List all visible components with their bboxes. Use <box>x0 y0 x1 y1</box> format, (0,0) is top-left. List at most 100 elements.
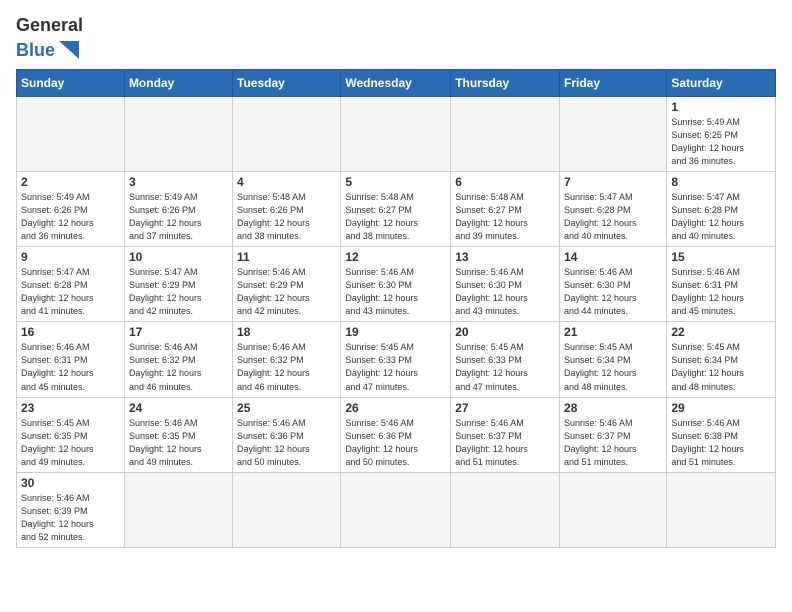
day-number: 28 <box>564 401 662 415</box>
day-info: Sunrise: 5:47 AM Sunset: 6:28 PM Dayligh… <box>564 191 662 243</box>
calendar-cell: 26Sunrise: 5:46 AM Sunset: 6:36 PM Dayli… <box>341 397 451 472</box>
day-number: 27 <box>455 401 555 415</box>
calendar-cell: 6 Sunrise: 5:48 AM Sunset: 6:27 PM Daylig… <box>451 171 560 246</box>
day-info: Sunrise: 5:45 AM Sunset: 6:33 PM Dayligh… <box>455 341 555 393</box>
calendar-cell: 8 Sunrise: 5:47 AM Sunset: 6:28 PM Daylig… <box>667 171 776 246</box>
calendar-cell <box>560 96 667 171</box>
page-header: GeneralBlue <box>16 16 776 61</box>
day-number: 14 <box>564 250 662 264</box>
day-info: Sunrise: 5:46 AM Sunset: 6:39 PM Dayligh… <box>21 492 120 544</box>
calendar-cell: 21 Sunrise: 5:45 AM Sunset: 6:34 PM Dayli… <box>560 322 667 397</box>
day-number: 3 <box>129 175 228 189</box>
calendar-week-row: 9 Sunrise: 5:47 AM Sunset: 6:28 PM Daylig… <box>17 247 776 322</box>
day-number: 17 <box>129 325 228 339</box>
day-number: 8 <box>671 175 771 189</box>
weekday-header-thursday: Thursday <box>451 69 560 96</box>
day-number: 19 <box>345 325 446 339</box>
calendar-cell <box>667 472 776 547</box>
day-number: 24 <box>129 401 228 415</box>
calendar-cell: 10 Sunrise: 5:47 AM Sunset: 6:29 PM Dayli… <box>124 247 232 322</box>
calendar-cell: 24 Sunrise: 5:46 AM Sunset: 6:35 PM Dayli… <box>124 397 232 472</box>
calendar-cell <box>560 472 667 547</box>
day-number: 30 <box>21 476 120 490</box>
day-info: Sunrise: 5:46 AM Sunset: 6:36 PM Dayligh… <box>237 417 336 469</box>
day-number: 22 <box>671 325 771 339</box>
day-info: Sunrise: 5:45 AM Sunset: 6:33 PM Dayligh… <box>345 341 446 393</box>
calendar-week-row: 2Sunrise: 5:49 AM Sunset: 6:26 PM Daylig… <box>17 171 776 246</box>
day-number: 16 <box>21 325 120 339</box>
day-info: Sunrise: 5:46 AM Sunset: 6:32 PM Dayligh… <box>129 341 228 393</box>
calendar-week-row: 16 Sunrise: 5:46 AM Sunset: 6:31 PM Dayli… <box>17 322 776 397</box>
calendar-week-row: 23Sunrise: 5:45 AM Sunset: 6:35 PM Dayli… <box>17 397 776 472</box>
day-number: 25 <box>237 401 336 415</box>
day-info: Sunrise: 5:48 AM Sunset: 6:27 PM Dayligh… <box>345 191 446 243</box>
day-info: Sunrise: 5:46 AM Sunset: 6:37 PM Dayligh… <box>564 417 662 469</box>
calendar-cell: 15 Sunrise: 5:46 AM Sunset: 6:31 PM Dayli… <box>667 247 776 322</box>
calendar-cell: 4Sunrise: 5:48 AM Sunset: 6:26 PM Daylig… <box>233 171 341 246</box>
calendar-cell: 25 Sunrise: 5:46 AM Sunset: 6:36 PM Dayli… <box>233 397 341 472</box>
day-number: 26 <box>345 401 446 415</box>
day-number: 13 <box>455 250 555 264</box>
weekday-header-sunday: Sunday <box>17 69 125 96</box>
day-info: Sunrise: 5:46 AM Sunset: 6:35 PM Dayligh… <box>129 417 228 469</box>
day-info: Sunrise: 5:49 AM Sunset: 6:25 PM Dayligh… <box>671 116 771 168</box>
calendar-cell: 19 Sunrise: 5:45 AM Sunset: 6:33 PM Dayli… <box>341 322 451 397</box>
day-number: 23 <box>21 401 120 415</box>
day-info: Sunrise: 5:48 AM Sunset: 6:27 PM Dayligh… <box>455 191 555 243</box>
calendar-cell: 22 Sunrise: 5:45 AM Sunset: 6:34 PM Dayli… <box>667 322 776 397</box>
logo: GeneralBlue <box>16 16 83 61</box>
day-info: Sunrise: 5:47 AM Sunset: 6:28 PM Dayligh… <box>671 191 771 243</box>
day-number: 1 <box>671 100 771 114</box>
calendar-cell: 11Sunrise: 5:46 AM Sunset: 6:29 PM Dayli… <box>233 247 341 322</box>
weekday-header-wednesday: Wednesday <box>341 69 451 96</box>
day-number: 29 <box>671 401 771 415</box>
calendar-cell: 9 Sunrise: 5:47 AM Sunset: 6:28 PM Daylig… <box>17 247 125 322</box>
calendar-cell <box>233 96 341 171</box>
calendar-cell: 17 Sunrise: 5:46 AM Sunset: 6:32 PM Dayli… <box>124 322 232 397</box>
day-number: 9 <box>21 250 120 264</box>
day-info: Sunrise: 5:45 AM Sunset: 6:34 PM Dayligh… <box>564 341 662 393</box>
day-info: Sunrise: 5:46 AM Sunset: 6:30 PM Dayligh… <box>564 266 662 318</box>
day-number: 12 <box>345 250 446 264</box>
calendar-cell <box>17 96 125 171</box>
day-info: Sunrise: 5:46 AM Sunset: 6:32 PM Dayligh… <box>237 341 336 393</box>
day-info: Sunrise: 5:46 AM Sunset: 6:30 PM Dayligh… <box>345 266 446 318</box>
weekday-header-friday: Friday <box>560 69 667 96</box>
day-number: 20 <box>455 325 555 339</box>
day-info: Sunrise: 5:46 AM Sunset: 6:31 PM Dayligh… <box>671 266 771 318</box>
calendar-cell: 29 Sunrise: 5:46 AM Sunset: 6:38 PM Dayli… <box>667 397 776 472</box>
calendar-cell: 3Sunrise: 5:49 AM Sunset: 6:26 PM Daylig… <box>124 171 232 246</box>
calendar-cell: 5Sunrise: 5:48 AM Sunset: 6:27 PM Daylig… <box>341 171 451 246</box>
day-number: 15 <box>671 250 771 264</box>
calendar-cell <box>451 472 560 547</box>
day-info: Sunrise: 5:46 AM Sunset: 6:37 PM Dayligh… <box>455 417 555 469</box>
calendar-cell: 12 Sunrise: 5:46 AM Sunset: 6:30 PM Dayli… <box>341 247 451 322</box>
calendar-cell <box>341 96 451 171</box>
day-info: Sunrise: 5:46 AM Sunset: 6:29 PM Dayligh… <box>237 266 336 318</box>
calendar-cell: 7 Sunrise: 5:47 AM Sunset: 6:28 PM Daylig… <box>560 171 667 246</box>
day-info: Sunrise: 5:47 AM Sunset: 6:28 PM Dayligh… <box>21 266 120 318</box>
calendar-cell <box>233 472 341 547</box>
day-number: 21 <box>564 325 662 339</box>
weekday-header-row: SundayMondayTuesdayWednesdayThursdayFrid… <box>17 69 776 96</box>
day-number: 2 <box>21 175 120 189</box>
day-info: Sunrise: 5:46 AM Sunset: 6:30 PM Dayligh… <box>455 266 555 318</box>
calendar-cell: 13 Sunrise: 5:46 AM Sunset: 6:30 PM Dayli… <box>451 247 560 322</box>
day-number: 6 <box>455 175 555 189</box>
day-number: 18 <box>237 325 336 339</box>
day-number: 10 <box>129 250 228 264</box>
calendar-cell <box>124 96 232 171</box>
calendar-cell <box>124 472 232 547</box>
calendar-cell: 14 Sunrise: 5:46 AM Sunset: 6:30 PM Dayli… <box>560 247 667 322</box>
day-info: Sunrise: 5:45 AM Sunset: 6:34 PM Dayligh… <box>671 341 771 393</box>
day-number: 7 <box>564 175 662 189</box>
calendar-cell: 18 Sunrise: 5:46 AM Sunset: 6:32 PM Dayli… <box>233 322 341 397</box>
weekday-header-monday: Monday <box>124 69 232 96</box>
calendar-cell: 1 Sunrise: 5:49 AM Sunset: 6:25 PM Daylig… <box>667 96 776 171</box>
day-info: Sunrise: 5:46 AM Sunset: 6:31 PM Dayligh… <box>21 341 120 393</box>
day-info: Sunrise: 5:47 AM Sunset: 6:29 PM Dayligh… <box>129 266 228 318</box>
calendar-cell: 27 Sunrise: 5:46 AM Sunset: 6:37 PM Dayli… <box>451 397 560 472</box>
day-info: Sunrise: 5:48 AM Sunset: 6:26 PM Dayligh… <box>237 191 336 243</box>
day-info: Sunrise: 5:46 AM Sunset: 6:38 PM Dayligh… <box>671 417 771 469</box>
calendar-cell: 16 Sunrise: 5:46 AM Sunset: 6:31 PM Dayli… <box>17 322 125 397</box>
